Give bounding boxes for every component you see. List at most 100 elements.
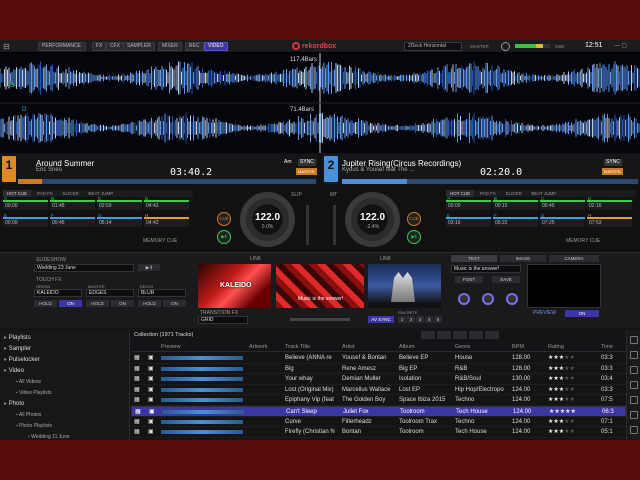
text-knob-3[interactable] xyxy=(506,293,518,305)
playlist-icon[interactable] xyxy=(630,381,638,389)
load-icon[interactable]: ▦ xyxy=(134,374,142,384)
settings-icon[interactable] xyxy=(630,426,638,434)
info-icon[interactable]: ▣ xyxy=(148,364,156,374)
track-rating[interactable]: ★★★★★ xyxy=(548,374,598,384)
deck2-jog-wheel[interactable]: 122.0 -2.4% xyxy=(345,192,400,247)
slideshow-select[interactable]: Wedding 23 June xyxy=(34,264,134,272)
window-controls[interactable]: — ▢ xyxy=(614,42,627,49)
deck2-on-button[interactable]: ON xyxy=(163,300,186,307)
hot-cue-pad-f[interactable]: F 00:45 xyxy=(50,213,95,227)
track-rating[interactable]: ★★★★★ xyxy=(548,438,598,441)
sampler-button[interactable]: SAMPLER xyxy=(123,42,155,51)
favorite-button-5[interactable]: 5 xyxy=(434,316,442,323)
tree-item-wedding-11-june[interactable]: ▪ Wedding 11 June xyxy=(28,432,70,440)
column-header-preview[interactable]: Preview xyxy=(161,344,181,350)
track-rating[interactable]: ★★★★★ xyxy=(548,427,598,437)
table-row[interactable]: ▦ ▣ Firefly (Christian N Bontan Toolroom Tech… xyxy=(131,427,626,438)
hot-cue-pad-h[interactable]: H 04:42 xyxy=(144,213,189,227)
origin-fx-select[interactable]: KALEIDO xyxy=(34,289,82,297)
hot-cue-pad-c[interactable]: C 00:45 xyxy=(540,196,585,210)
origin-on-button[interactable]: ON xyxy=(59,300,82,307)
video-button[interactable]: VIDEO xyxy=(204,42,228,51)
table-row[interactable]: ▦ ▣ Curve Filterheadz Toolroom Trax Techno 124… xyxy=(131,417,626,428)
save-button[interactable]: SAVE xyxy=(492,276,520,283)
info-icon[interactable]: ▣ xyxy=(148,438,156,441)
track-rating[interactable]: ★★★★★ xyxy=(548,395,598,405)
hot-cue-pad-e[interactable]: E 03:16 xyxy=(446,213,491,227)
camera-icon[interactable] xyxy=(630,411,638,419)
av-sync-button[interactable]: AV SYNC xyxy=(368,316,394,323)
load-icon[interactable]: ▦ xyxy=(134,438,142,441)
tree-item-photo-playlists[interactable]: ▪ Photo Playlists xyxy=(16,421,52,431)
load-icon[interactable]: ▦ xyxy=(134,364,142,374)
deck1-master-button[interactable]: MASTER xyxy=(296,168,317,175)
column-header-artist[interactable]: Artist xyxy=(342,344,355,350)
midi-label[interactable]: MIDI xyxy=(555,44,565,49)
deck2-memory-cue[interactable]: MEMORY CUE xyxy=(566,238,600,244)
video-preview-left[interactable]: KALEIDO xyxy=(198,264,271,308)
table-row[interactable]: ▦ ▣ Epiphany Vip (feat The Golden Boy Space … xyxy=(131,395,626,406)
layout-select[interactable]: 2Deck Horizontal xyxy=(404,42,462,51)
column-header-genre[interactable]: Genre xyxy=(455,344,470,350)
deck2-fx-select[interactable]: BLUR xyxy=(138,289,186,297)
tree-item-playlists[interactable]: ▸ Playlists xyxy=(4,333,31,343)
mixer-button[interactable]: MIXER xyxy=(158,42,182,51)
track-rating[interactable]: ★★★★★ xyxy=(548,417,598,427)
tab-camera[interactable]: CAMERA xyxy=(549,255,599,262)
fx-button[interactable]: FX xyxy=(92,42,107,51)
link-left[interactable]: LINK xyxy=(250,256,261,262)
video-preview-center[interactable]: Music is the answer! xyxy=(276,264,364,308)
origin-hold-button[interactable]: HOLD xyxy=(34,300,57,307)
tab-hot-cue[interactable]: HOT CUE xyxy=(446,190,475,197)
favorite-button-2[interactable]: 2 xyxy=(407,316,415,323)
view-toggle-buttons[interactable] xyxy=(421,331,501,339)
text-knob-1[interactable] xyxy=(458,293,470,305)
preview-waveform[interactable] xyxy=(161,356,243,360)
load-icon[interactable]: ▦ xyxy=(134,395,142,405)
table-row[interactable]: ▦ ▣ Big Rene Amesz Big EP R&B 128.00 ★★★★★ 03:3 xyxy=(131,364,626,375)
column-header-track-title[interactable]: Track Title xyxy=(285,344,310,350)
deck2-master-button[interactable]: MASTER xyxy=(602,168,623,175)
preview-waveform[interactable] xyxy=(161,419,243,424)
info-icon[interactable]: ▣ xyxy=(148,395,156,405)
settings-icon[interactable]: ⊟ xyxy=(3,42,12,51)
deck1-play-button[interactable]: ▶‖ xyxy=(217,230,231,244)
hot-cue-pad-d[interactable]: D 04:42 xyxy=(144,196,189,210)
track-rating[interactable]: ★★★★★ xyxy=(548,385,598,395)
text-input[interactable]: Music is the answer! xyxy=(451,265,521,273)
deck2-mt[interactable]: MT xyxy=(330,192,337,198)
tree-item-photo[interactable]: ▸ Photo xyxy=(4,399,24,409)
table-row[interactable]: ▦ ▣ Your whay Demian Muller Isolation R&B/Sou… xyxy=(131,374,626,385)
tree-item-all-photos[interactable]: ▪ All Photos xyxy=(16,410,41,420)
deck1-tempo-slider[interactable] xyxy=(306,205,309,245)
deck1-memory-cue[interactable]: MEMORY CUE xyxy=(143,238,177,244)
link-right[interactable]: LINK xyxy=(380,256,391,262)
video-icon[interactable] xyxy=(630,396,638,404)
preview-waveform[interactable] xyxy=(161,398,243,403)
track-rating[interactable]: ★★★★★ xyxy=(549,407,599,417)
load-icon[interactable]: ▦ xyxy=(134,385,142,395)
slideshow-play-button[interactable]: ▶ ‖ xyxy=(138,264,160,271)
deck2-overview-waveform[interactable] xyxy=(342,179,638,184)
hot-cue-pad-h[interactable]: H 07:53 xyxy=(587,213,632,227)
master-hold-button[interactable]: HOLD xyxy=(86,300,109,307)
track-rating[interactable]: ★★★★★ xyxy=(548,353,598,363)
tab-slicer[interactable]: SLICER xyxy=(58,190,82,197)
table-row[interactable]: ▦ ▣ Friends (Detroit SSeven Davis Jr.Beaut… xyxy=(131,438,626,441)
deck2-play-button[interactable]: ▶‖ xyxy=(407,230,421,244)
mode-select[interactable]: PERFORMANCE xyxy=(38,42,86,51)
tree-item-sampler[interactable]: ▸ Sampler xyxy=(4,344,31,354)
related-icon[interactable] xyxy=(630,366,638,374)
deck2-sync-button[interactable]: SYNC xyxy=(604,159,622,166)
hot-cue-pad-g[interactable]: G 05:14 xyxy=(97,213,142,227)
tree-item-all-videos[interactable]: ▪ All Videos xyxy=(16,377,41,387)
favorite-button-1[interactable]: 1 xyxy=(398,316,406,323)
tree-item-video-playlists[interactable]: ▪ Video Playlists xyxy=(16,388,52,398)
transition-fx-select[interactable]: GRID xyxy=(198,316,248,324)
preview-waveform[interactable] xyxy=(161,377,243,382)
table-row[interactable]: ▦ ▣ Believe (ANNA re Yousef & Bontan Believe… xyxy=(131,353,626,364)
load-icon[interactable]: ▦ xyxy=(135,407,143,417)
table-row[interactable]: ▦ ▣ Can't Sleep Juliet Fox Toolroom Tech Hous… xyxy=(131,406,626,417)
tab-slicer[interactable]: SLICER xyxy=(501,190,525,197)
deck2-tempo-slider[interactable] xyxy=(333,205,336,245)
